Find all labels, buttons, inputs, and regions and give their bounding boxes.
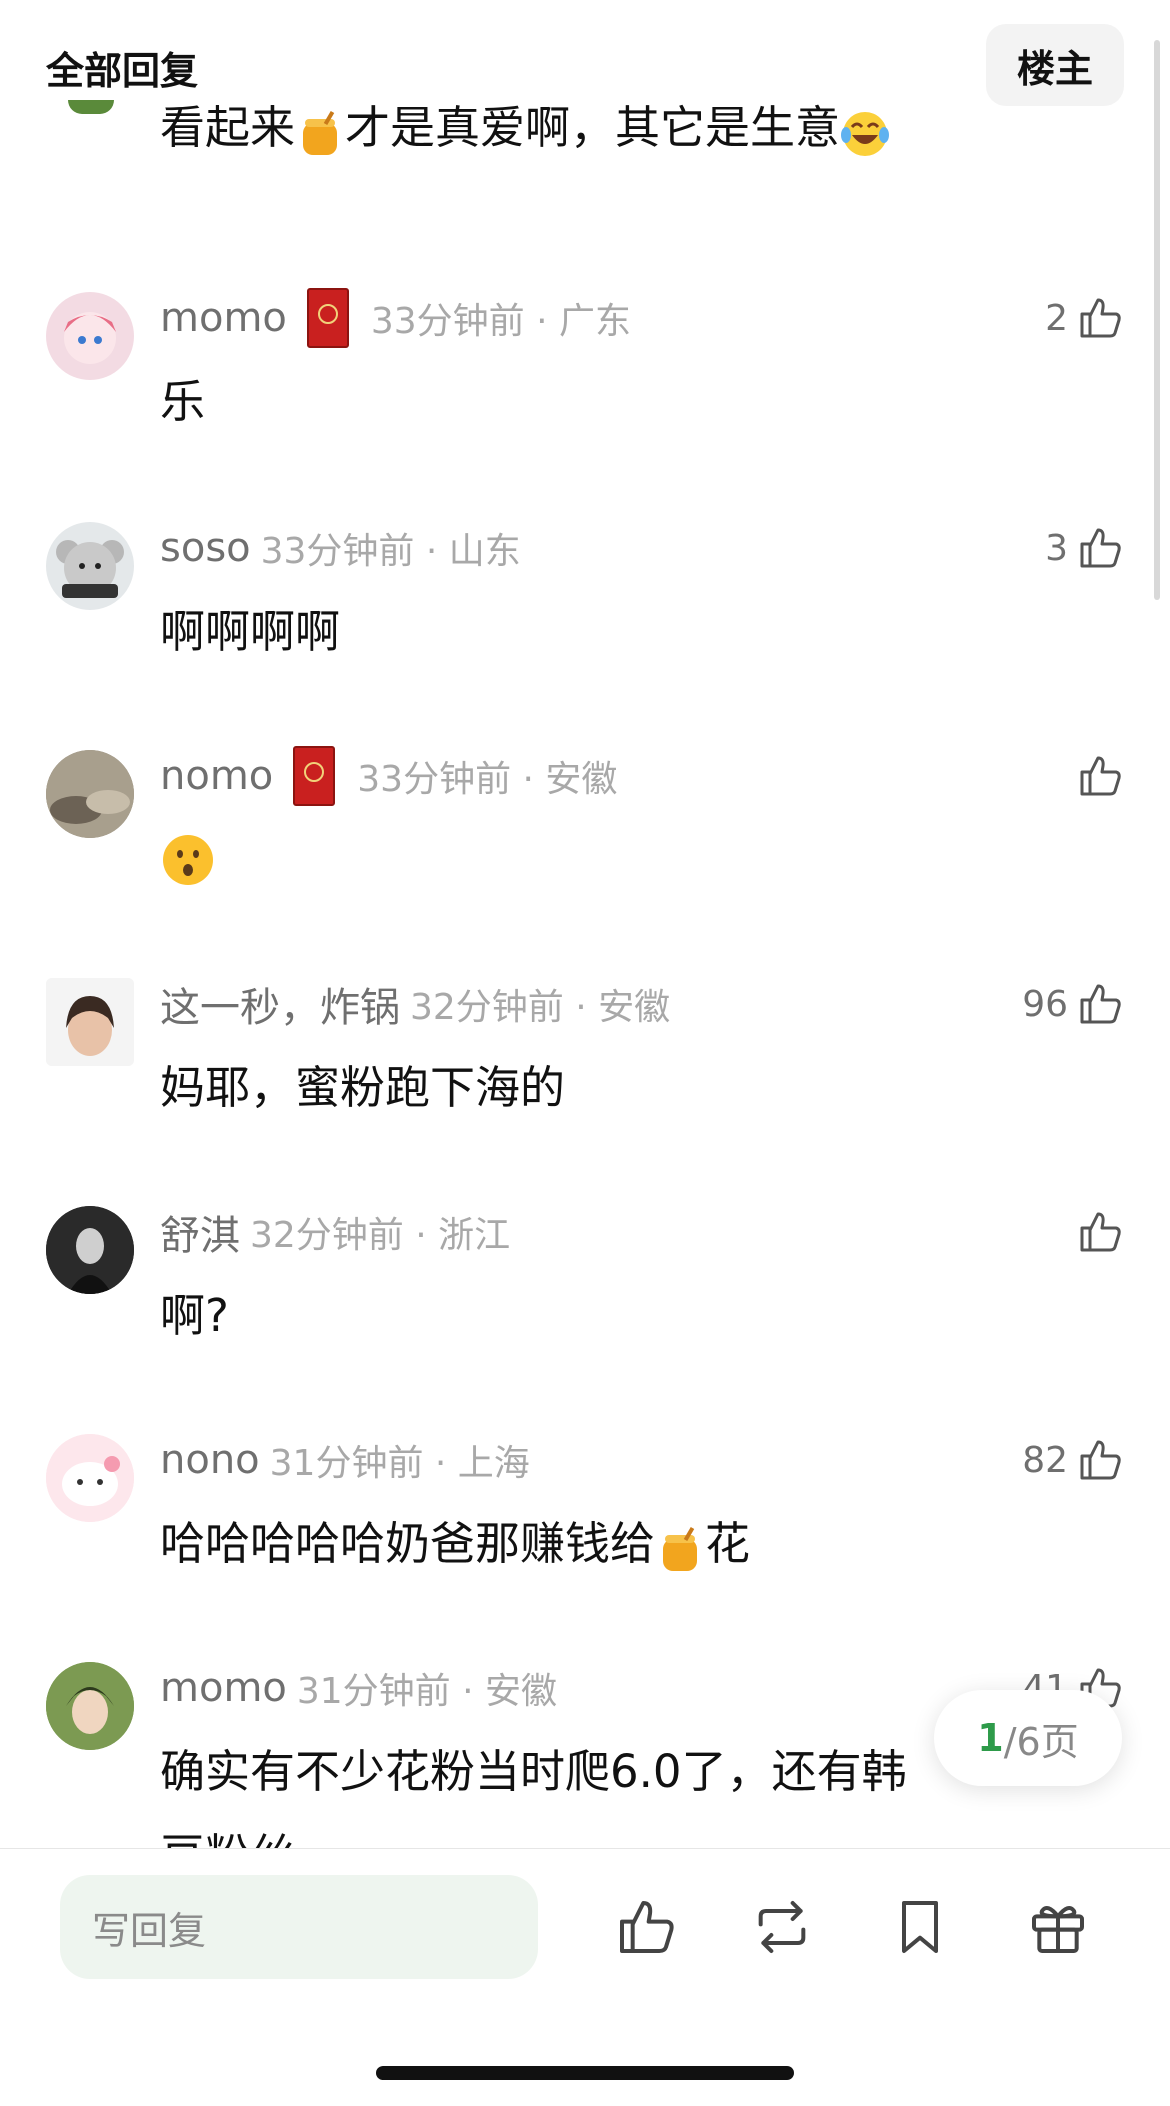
honey-jar-icon [655, 1518, 705, 1571]
comment-time: 32分钟前 · 安徽 [410, 987, 671, 1028]
thumbs-up-icon [1080, 1440, 1121, 1480]
avatar[interactable] [46, 1662, 134, 1750]
avatar[interactable] [46, 750, 134, 838]
avatar[interactable] [46, 522, 134, 610]
comment-content [160, 818, 216, 902]
red-badge-icon [293, 746, 336, 806]
avatar[interactable] [46, 1206, 134, 1294]
surprised-emoji-icon [160, 831, 216, 887]
comment-content: 妈耶，蜜粉跑下海的 [160, 1061, 566, 1114]
like-count: 82 [1022, 1439, 1068, 1481]
comment-item: nono 31分钟前 · 上海 82 哈哈哈哈哈奶爸那赚钱给花 [0, 1430, 1150, 1630]
laugh-cry-emoji-icon [840, 102, 890, 156]
like-button[interactable]: 2 [1045, 288, 1124, 348]
like-count: 3 [1045, 527, 1068, 569]
thumbs-up-icon [1080, 528, 1121, 568]
comment-content: 啊啊啊啊 [160, 605, 341, 658]
username[interactable]: nono [160, 1437, 260, 1483]
comment-item: momo 33分钟前 · 广东 2 乐 [0, 288, 1150, 488]
comment-item: nomo 33分钟前 · 安徽 [0, 746, 1150, 946]
current-page: 1 [977, 1716, 1004, 1760]
like-count: 2 [1045, 297, 1068, 339]
comment-meta: 舒淇 32分钟前 · 浙江 [160, 1202, 510, 1262]
username[interactable]: 这一秒，炸锅 [160, 975, 400, 1033]
home-indicator [376, 2066, 794, 2080]
thumbs-up-icon[interactable] [614, 1895, 678, 1959]
thumbs-up-icon [1080, 756, 1121, 796]
comment-item: 舒淇 32分钟前 · 浙江 啊? [0, 1202, 1150, 1402]
comment-content: 哈哈哈哈哈奶爸那赚钱给花 [160, 1517, 751, 1571]
thumbs-up-icon [1080, 298, 1121, 338]
comment-time: 33分钟前 · 安徽 [357, 759, 618, 800]
comment-meta: nono 31分钟前 · 上海 [160, 1430, 530, 1490]
username[interactable]: momo [160, 1665, 287, 1711]
comment-meta: nomo 33分钟前 · 安徽 [160, 746, 617, 806]
avatar[interactable] [46, 292, 134, 380]
username[interactable]: soso [160, 525, 251, 571]
comment-meta: momo 31分钟前 · 安徽 [160, 1658, 557, 1718]
reply-input[interactable]: 写回复 [60, 1875, 538, 1979]
comment-time: 31分钟前 · 上海 [269, 1443, 530, 1484]
avatar[interactable] [46, 978, 134, 1066]
comment-time: 32分钟前 · 浙江 [250, 1215, 511, 1256]
comment-meta: soso 33分钟前 · 山东 [160, 518, 521, 578]
thumbs-up-icon [1080, 1212, 1121, 1252]
like-button[interactable]: 3 [1045, 518, 1124, 578]
thumbs-up-icon [1080, 984, 1121, 1024]
gift-icon[interactable] [1026, 1895, 1090, 1959]
comment-meta: 这一秒，炸锅 32分钟前 · 安徽 [160, 974, 670, 1034]
username[interactable]: nomo [160, 753, 273, 799]
like-button[interactable] [1068, 1202, 1124, 1262]
username[interactable]: 舒淇 [160, 1203, 240, 1261]
comment-item: 这一秒，炸锅 32分钟前 · 安徽 96 妈耶，蜜粉跑下海的 [0, 974, 1150, 1174]
pagination-indicator[interactable]: 1/6页 [934, 1690, 1122, 1786]
comment-meta: momo 33分钟前 · 广东 [160, 288, 631, 348]
avatar[interactable] [68, 100, 114, 114]
honey-jar-icon [295, 102, 345, 155]
like-button[interactable]: 82 [1022, 1430, 1124, 1490]
like-button[interactable] [1068, 746, 1124, 806]
comment-content: 乐 [160, 375, 206, 428]
comment-time: 33分钟前 · 山东 [260, 531, 521, 572]
comment-content: 看起来 才是真爱啊，其它是生意 [160, 86, 890, 170]
like-count: 96 [1022, 983, 1068, 1025]
repost-icon[interactable] [750, 1895, 814, 1959]
total-pages: /6页 [1003, 1719, 1079, 1764]
host-only-button[interactable]: 楼主 [986, 24, 1124, 106]
bookmark-icon[interactable] [888, 1895, 952, 1959]
avatar[interactable] [46, 1434, 134, 1522]
comment-item: 看起来 才是真爱啊，其它是生意 [0, 100, 1150, 220]
comment-item: soso 33分钟前 · 山东 3 啊啊啊啊 [0, 518, 1150, 718]
scrollbar[interactable] [1154, 40, 1160, 600]
comment-time: 31分钟前 · 安徽 [296, 1671, 558, 1712]
comment-content: 啊? [160, 1289, 229, 1342]
username[interactable]: momo [160, 295, 287, 341]
like-button[interactable]: 96 [1022, 974, 1124, 1034]
comment-time: 33分钟前 · 广东 [370, 301, 632, 342]
red-badge-icon [306, 288, 349, 348]
